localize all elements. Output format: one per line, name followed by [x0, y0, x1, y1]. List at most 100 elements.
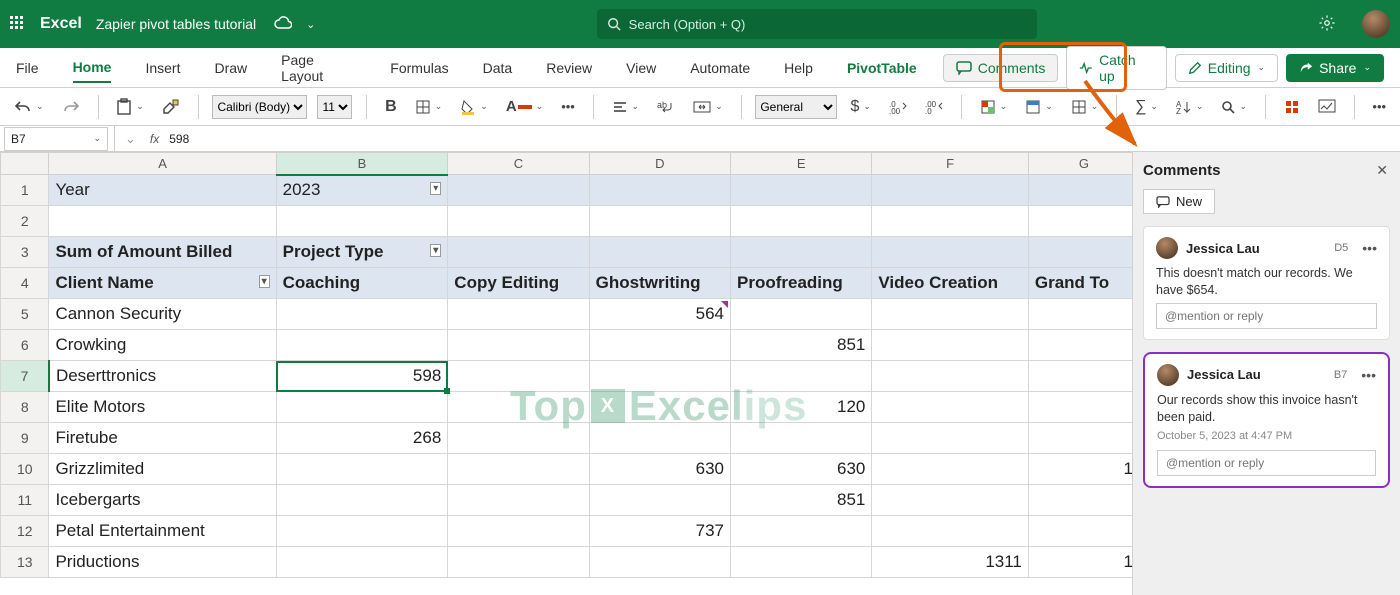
- cell-B8[interactable]: [276, 392, 448, 423]
- more-font-button[interactable]: •••: [557, 97, 579, 116]
- redo-button[interactable]: [58, 97, 84, 117]
- cell-F3[interactable]: [872, 237, 1029, 268]
- cell-F12[interactable]: [872, 516, 1029, 547]
- comment-reply-input[interactable]: [1157, 450, 1376, 476]
- format-table-button[interactable]: ⌄: [1021, 97, 1057, 117]
- accounting-button[interactable]: $⌄: [847, 96, 875, 118]
- cell-G5[interactable]: [1028, 299, 1132, 330]
- gear-icon[interactable]: [1318, 14, 1336, 35]
- cell-E4[interactable]: Proofreading: [731, 268, 872, 299]
- cell-C5[interactable]: [448, 299, 589, 330]
- cell-F7[interactable]: [872, 361, 1029, 392]
- cell-F5[interactable]: [872, 299, 1029, 330]
- app-launcher-icon[interactable]: [10, 16, 26, 32]
- share-button[interactable]: Share ⌄: [1286, 54, 1384, 82]
- spreadsheet-grid[interactable]: A B C D E F G 1Year2023▾23Sum of Amount …: [0, 152, 1132, 578]
- sort-filter-button[interactable]: AZ⌄: [1172, 98, 1208, 116]
- cell-A10[interactable]: Grizzlimited: [49, 454, 276, 485]
- cell-G11[interactable]: [1028, 485, 1132, 516]
- col-header-f[interactable]: F: [872, 153, 1029, 175]
- cell-A5[interactable]: Cannon Security: [49, 299, 276, 330]
- tab-data[interactable]: Data: [483, 54, 513, 82]
- cell-F9[interactable]: [872, 423, 1029, 454]
- cell-E2[interactable]: [731, 206, 872, 237]
- row-header[interactable]: 13: [1, 547, 49, 578]
- comment-card[interactable]: Jessica LauB7•••Our records show this in…: [1143, 352, 1390, 488]
- cell-B12[interactable]: [276, 516, 448, 547]
- fx-dropdown[interactable]: ⌄: [121, 129, 140, 149]
- cell-F8[interactable]: [872, 392, 1029, 423]
- tab-insert[interactable]: Insert: [145, 54, 180, 82]
- cell-C7[interactable]: [448, 361, 589, 392]
- select-all-corner[interactable]: [1, 153, 49, 175]
- tab-page-layout[interactable]: Page Layout: [281, 46, 356, 90]
- filter-icon[interactable]: ▾: [430, 182, 441, 195]
- more-toolbar-button[interactable]: •••: [1368, 97, 1390, 116]
- tab-automate[interactable]: Automate: [690, 54, 750, 82]
- comment-reply-input[interactable]: [1156, 303, 1377, 329]
- decrease-decimal-button[interactable]: .00.0: [921, 98, 947, 116]
- font-select[interactable]: Calibri (Body): [212, 95, 307, 119]
- cell-A6[interactable]: Crowking: [49, 330, 276, 361]
- cell-C10[interactable]: [448, 454, 589, 485]
- tab-pivottable[interactable]: PivotTable: [847, 54, 917, 82]
- tab-file[interactable]: File: [16, 54, 39, 82]
- cell-G12[interactable]: [1028, 516, 1132, 547]
- row-header[interactable]: 9: [1, 423, 49, 454]
- col-header-d[interactable]: D: [589, 153, 730, 175]
- col-header-b[interactable]: B: [276, 153, 448, 175]
- cell-G7[interactable]: [1028, 361, 1132, 392]
- cell-G4[interactable]: Grand To: [1028, 268, 1132, 299]
- cell-G6[interactable]: [1028, 330, 1132, 361]
- cell-D8[interactable]: [589, 392, 730, 423]
- formula-bar[interactable]: 598: [169, 132, 189, 146]
- tab-formulas[interactable]: Formulas: [390, 54, 448, 82]
- cell-G9[interactable]: [1028, 423, 1132, 454]
- col-header-g[interactable]: G: [1028, 153, 1132, 175]
- cell-E13[interactable]: [731, 547, 872, 578]
- cell-A8[interactable]: Elite Motors: [49, 392, 276, 423]
- more-icon[interactable]: •••: [1362, 240, 1377, 256]
- name-box[interactable]: B7 ⌄: [4, 127, 108, 151]
- cell-D13[interactable]: [589, 547, 730, 578]
- fx-icon[interactable]: fx: [150, 132, 159, 146]
- cell-E5[interactable]: [731, 299, 872, 330]
- cell-C6[interactable]: [448, 330, 589, 361]
- cell-E11[interactable]: 851: [731, 485, 872, 516]
- tab-home[interactable]: Home: [73, 53, 112, 83]
- cell-A3[interactable]: Sum of Amount Billed: [49, 237, 276, 268]
- cell-F11[interactable]: [872, 485, 1029, 516]
- borders-button[interactable]: ⌄: [411, 97, 447, 117]
- tab-review[interactable]: Review: [546, 54, 592, 82]
- wrap-text-button[interactable]: ab: [653, 98, 679, 116]
- cell-D10[interactable]: 630: [589, 454, 730, 485]
- cell-B1[interactable]: 2023▾: [276, 175, 448, 206]
- col-header-a[interactable]: A: [49, 153, 276, 175]
- increase-decimal-button[interactable]: .0.00: [885, 98, 911, 116]
- cell-B10[interactable]: [276, 454, 448, 485]
- cell-F2[interactable]: [872, 206, 1029, 237]
- cell-A2[interactable]: [49, 206, 276, 237]
- cell-A1[interactable]: Year: [49, 175, 276, 206]
- cell-G8[interactable]: [1028, 392, 1132, 423]
- undo-button[interactable]: ⌄: [10, 97, 48, 117]
- cell-D6[interactable]: [589, 330, 730, 361]
- row-header[interactable]: 2: [1, 206, 49, 237]
- merge-button[interactable]: ⌄: [689, 98, 727, 116]
- chevron-down-icon[interactable]: ⌄: [306, 18, 315, 31]
- cell-C11[interactable]: [448, 485, 589, 516]
- format-painter-button[interactable]: [158, 97, 184, 117]
- cell-F13[interactable]: 1311: [872, 547, 1029, 578]
- conditional-format-button[interactable]: ⌄: [976, 97, 1012, 117]
- cell-F4[interactable]: Video Creation: [872, 268, 1029, 299]
- cell-G3[interactable]: [1028, 237, 1132, 268]
- bold-button[interactable]: B: [381, 96, 401, 118]
- cell-E12[interactable]: [731, 516, 872, 547]
- cell-D5[interactable]: 564: [589, 299, 730, 330]
- document-title[interactable]: Zapier pivot tables tutorial: [96, 16, 256, 32]
- row-header[interactable]: 4: [1, 268, 49, 299]
- new-comment-button[interactable]: New: [1143, 189, 1215, 214]
- cell-C12[interactable]: [448, 516, 589, 547]
- cell-C13[interactable]: [448, 547, 589, 578]
- cell-E7[interactable]: [731, 361, 872, 392]
